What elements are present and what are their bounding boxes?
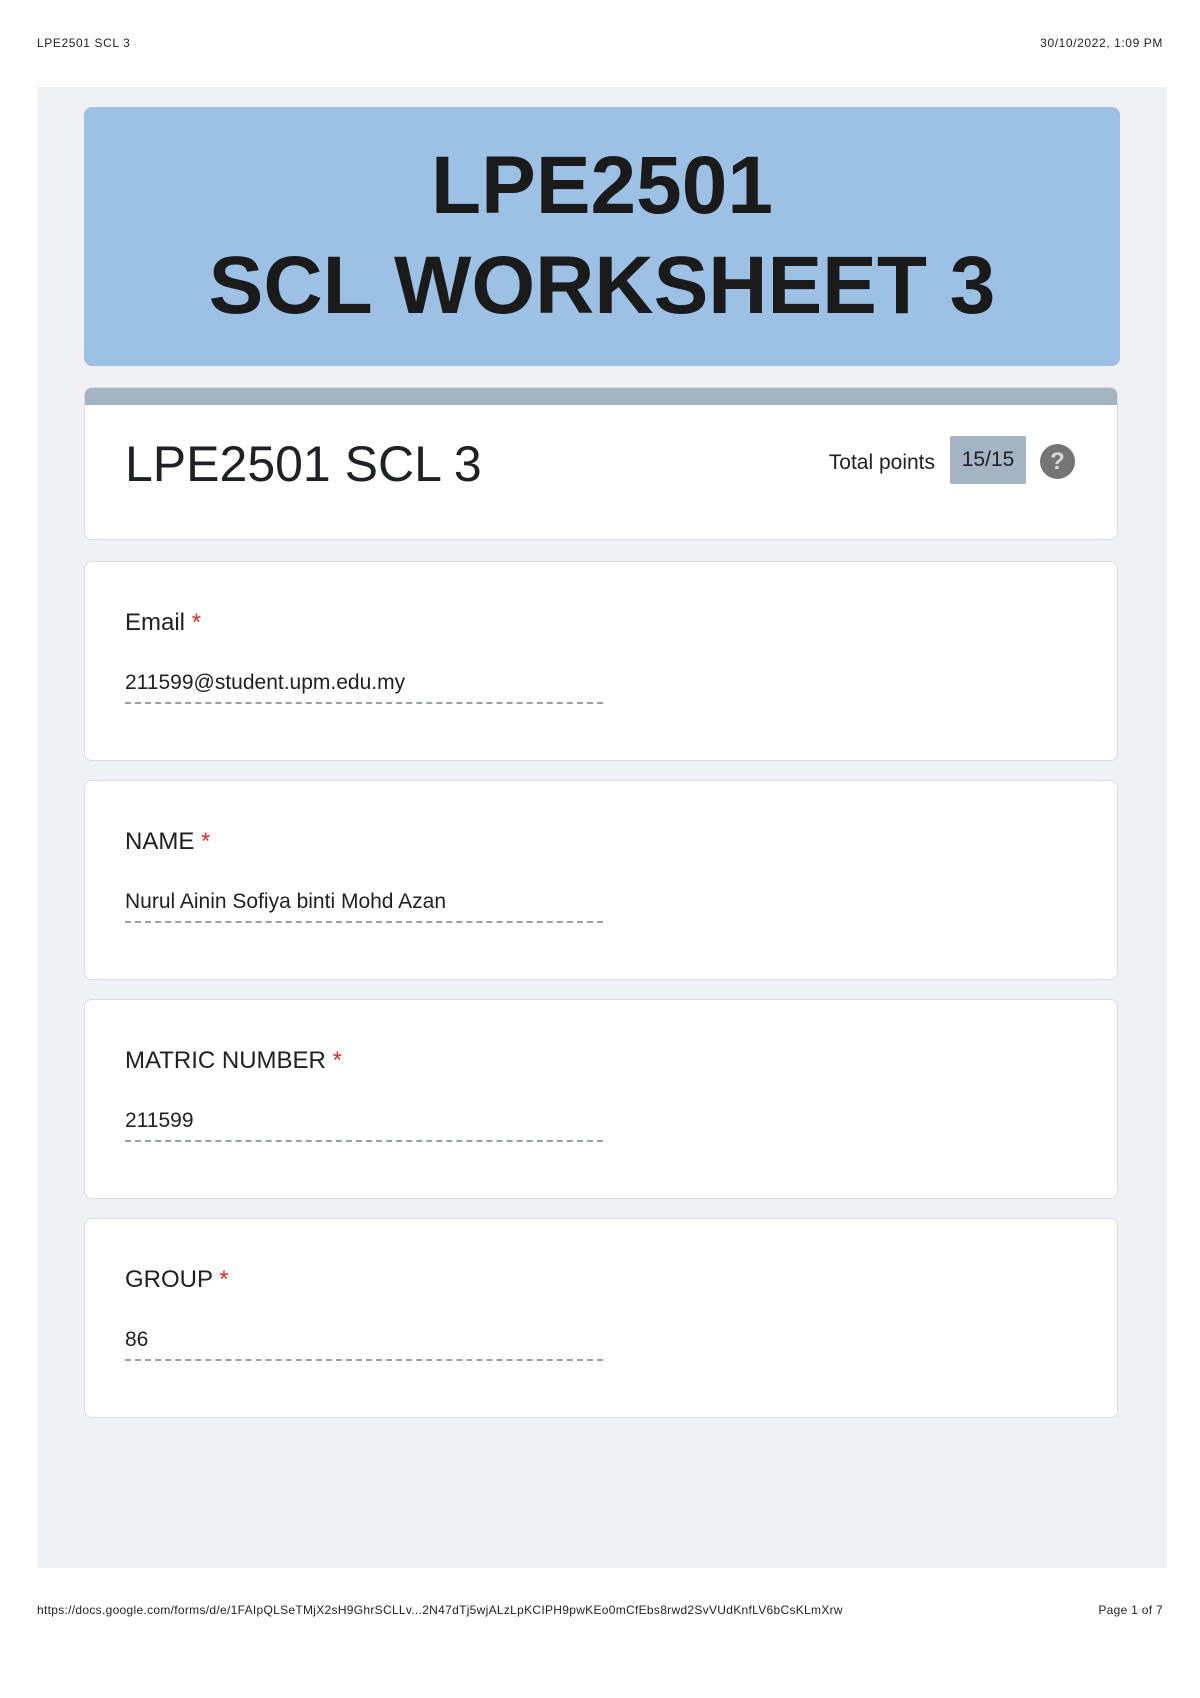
question-label-text: NAME xyxy=(125,828,195,855)
required-marker: * xyxy=(219,1266,229,1293)
question-label-text: Email xyxy=(125,609,186,636)
question-label: NAME * xyxy=(125,827,210,857)
group-answer: 86 xyxy=(125,1327,603,1361)
question-label-text: GROUP xyxy=(125,1266,213,1293)
email-answer: 211599@student.upm.edu.my xyxy=(125,670,603,704)
form-title: LPE2501 SCL 3 xyxy=(125,436,482,492)
question-card-group: GROUP * 86 xyxy=(84,1218,1118,1418)
name-answer: Nurul Ainin Sofiya binti Mohd Azan xyxy=(125,889,603,923)
print-footer-url: https://docs.google.com/forms/d/e/1FAIpQ… xyxy=(37,1603,843,1617)
print-footer-page-number: Page 1 of 7 xyxy=(1098,1603,1163,1617)
question-card-matric-number: MATRIC NUMBER * 211599 xyxy=(84,999,1118,1199)
required-marker: * xyxy=(191,609,202,636)
required-marker: * xyxy=(332,1047,342,1074)
print-footer: https://docs.google.com/forms/d/e/1FAIpQ… xyxy=(37,1603,1163,1619)
print-header-title: LPE2501 SCL 3 xyxy=(37,36,131,50)
total-points-label: Total points xyxy=(828,451,935,474)
question-card-email: Email * 211599@student.upm.edu.my xyxy=(84,561,1118,761)
matric-number-answer: 211599 xyxy=(125,1108,603,1142)
header-banner-image: LPE2501 SCL WORKSHEET 3 xyxy=(84,107,1120,366)
required-marker: * xyxy=(201,828,211,855)
title-card-accent-bar xyxy=(85,388,1117,405)
question-label-text: MATRIC NUMBER xyxy=(125,1047,326,1074)
question-label: MATRIC NUMBER * xyxy=(125,1046,342,1076)
question-card-name: NAME * Nurul Ainin Sofiya binti Mohd Aza… xyxy=(84,780,1118,980)
print-header-timestamp: 30/10/2022, 1:09 PM xyxy=(1040,36,1163,50)
score-badge: 15/15 xyxy=(950,436,1026,484)
banner-line-2: SCL WORKSHEET 3 xyxy=(208,240,996,331)
question-label: Email * xyxy=(125,608,201,638)
question-label: GROUP * xyxy=(125,1265,229,1295)
print-header: LPE2501 SCL 3 30/10/2022, 1:09 PM xyxy=(37,36,1163,52)
help-icon[interactable]: ? xyxy=(1040,444,1075,479)
banner-line-1: LPE2501 xyxy=(431,140,773,231)
form-title-card: LPE2501 SCL 3 Total points 15/15 ? xyxy=(84,387,1118,540)
